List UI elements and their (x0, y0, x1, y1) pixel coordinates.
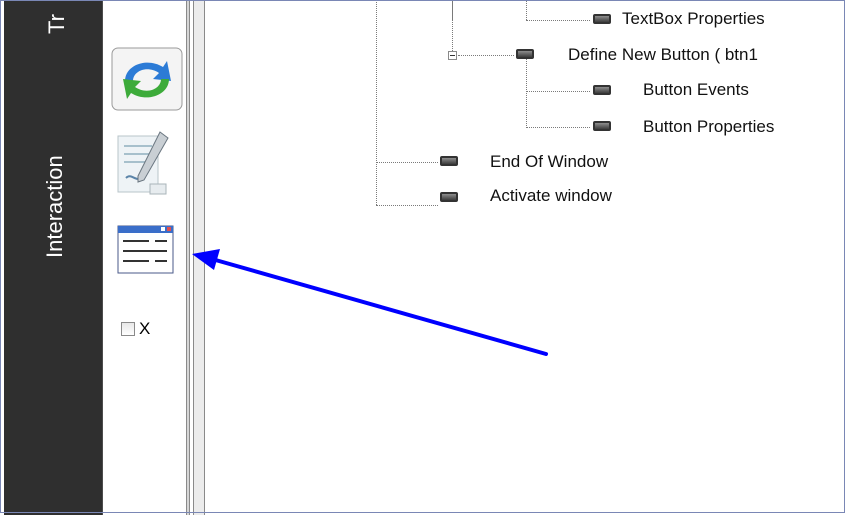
screenshot-border (0, 0, 845, 513)
